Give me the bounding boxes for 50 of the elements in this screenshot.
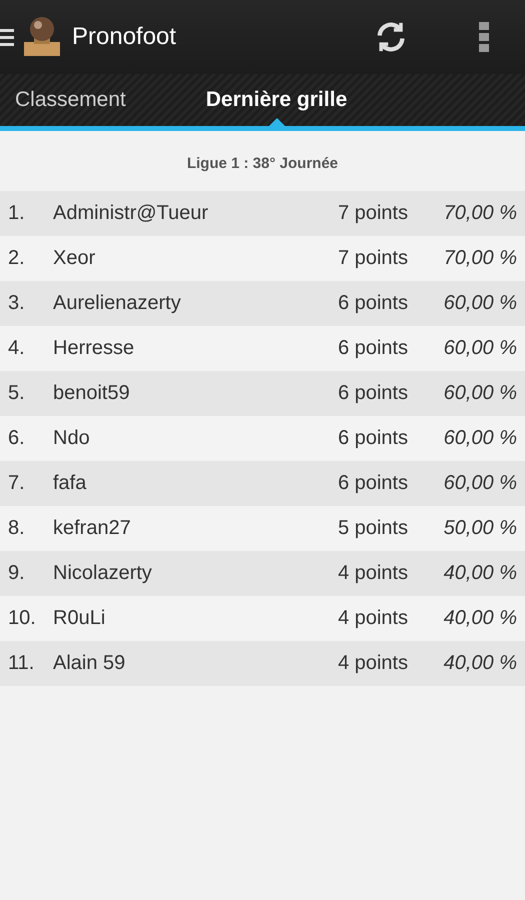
percentage: 60,00 % xyxy=(442,292,518,315)
rank: 7. xyxy=(7,472,26,495)
percentage: 40,00 % xyxy=(442,652,518,675)
points: 7 points xyxy=(336,247,408,270)
player-name: benoit59 xyxy=(53,382,131,405)
app-title: Pronofoot xyxy=(72,23,176,51)
player-name: kefran27 xyxy=(53,517,132,540)
rank: 2. xyxy=(7,247,26,270)
points: 4 points xyxy=(336,562,408,585)
player-name: Nicolazerty xyxy=(53,562,153,585)
player-name: Xeor xyxy=(53,247,96,270)
points: 7 points xyxy=(336,202,408,225)
menu-icon[interactable] xyxy=(0,26,14,48)
percentage: 60,00 % xyxy=(442,337,518,360)
percentage: 40,00 % xyxy=(442,562,518,585)
overflow-menu-icon[interactable] xyxy=(479,22,489,52)
percentage: 60,00 % xyxy=(442,382,518,405)
rank: 1. xyxy=(7,202,26,225)
player-name: Ndo xyxy=(53,427,91,450)
percentage: 40,00 % xyxy=(442,607,518,630)
tab[interactable]: Classement xyxy=(0,74,141,126)
round-title: Ligue 1 : 38° Journée xyxy=(186,155,338,172)
points: 4 points xyxy=(336,652,408,675)
percentage: 60,00 % xyxy=(442,427,518,450)
rank: 10. xyxy=(7,607,37,630)
rank: 11. xyxy=(7,652,36,675)
points: 5 points xyxy=(336,517,408,540)
rank: 8. xyxy=(7,517,26,540)
rank: 9. xyxy=(7,562,26,585)
player-name: Aurelienazerty xyxy=(53,292,182,315)
percentage: 70,00 % xyxy=(442,202,518,225)
rank: 3. xyxy=(7,292,26,315)
player-name: Herresse xyxy=(53,337,136,360)
player-name: Alain 59 xyxy=(53,652,126,675)
points: 4 points xyxy=(336,607,408,630)
rank: 5. xyxy=(7,382,26,405)
points: 6 points xyxy=(336,427,408,450)
player-name: Administr@Tueur xyxy=(53,202,210,225)
percentage: 70,00 % xyxy=(442,247,518,270)
player-name: R0uLi xyxy=(53,607,106,630)
trophy-icon xyxy=(22,16,62,58)
percentage: 60,00 % xyxy=(442,472,518,495)
rank: 6. xyxy=(7,427,26,450)
points: 6 points xyxy=(336,292,408,315)
rank: 4. xyxy=(7,337,26,360)
points: 6 points xyxy=(336,382,408,405)
points: 6 points xyxy=(336,337,408,360)
player-name: fafa xyxy=(53,472,88,495)
percentage: 50,00 % xyxy=(442,517,518,540)
points: 6 points xyxy=(336,472,408,495)
